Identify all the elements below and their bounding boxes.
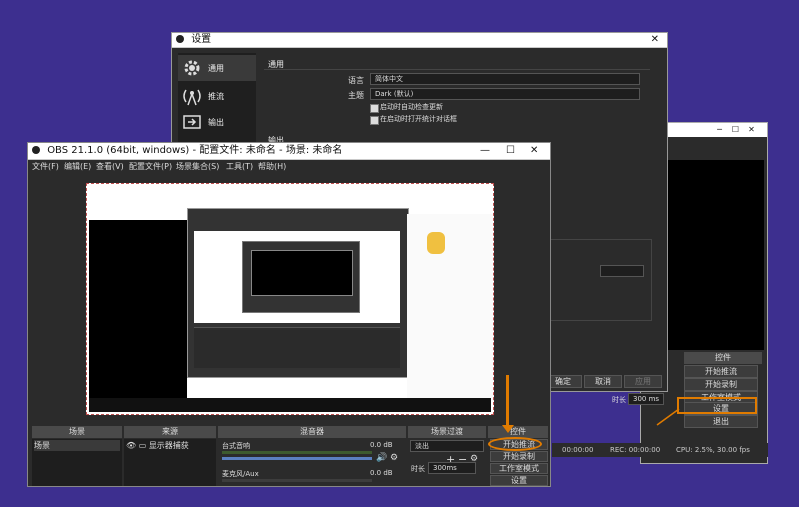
apply-button[interactable]: 应用 [624,375,662,388]
settings-highlight-box [677,397,757,414]
obs-menu-bar: 文件(F) 编辑(E) 查看(V) 配置文件(P) 场景集合(S) 工具(T) … [28,160,550,174]
minimize-button[interactable]: ─ [713,124,726,135]
menu-help[interactable]: 帮助(H) [258,160,286,174]
transition-duration-label: 时长 [411,465,425,473]
update-checkbox-label: 启动时自动检查更新 [380,103,443,111]
back-start-stream-button[interactable]: 开始推流 [684,365,758,378]
scenes-panel-header: 场景 [32,426,122,438]
back-status-bar: 00:00:00 REC: 00:00:00 CPU: 2.5%, 30.00 … [552,443,768,457]
stats-checkbox-label: 在启动时打开统计对话框 [380,115,457,123]
settings-close-button[interactable]: ✕ [651,33,659,47]
broadcast-icon [183,89,201,106]
captured-preview [194,231,400,323]
settings-button[interactable]: 设置 [490,475,548,486]
update-checkbox[interactable] [370,104,379,113]
status-rec: REC: 00:00:00 [610,446,661,454]
scene-item[interactable]: 场景 [34,440,120,451]
language-label: 语言 [348,76,364,85]
theme-label: 主题 [348,91,364,100]
obs-logo-icon [32,146,40,154]
back-preview [668,160,764,350]
transition-duration-field[interactable]: 300ms [428,462,476,474]
volume-meter [222,479,372,482]
back-controls-header: 控件 [684,352,762,364]
stats-checkbox[interactable] [370,116,379,125]
eye-icon[interactable]: 👁 [126,441,136,450]
mixer-panel-header: 混音器 [218,426,406,438]
transition-select[interactable]: 淡出 [410,440,484,452]
source-item-label: 显示器捕获 [148,441,189,450]
sidebar-item-label: 通用 [208,64,224,73]
sidebar-item-general[interactable]: 通用 [178,55,256,81]
scenes-list: 场景 [32,439,122,486]
obs-window-title: OBS 21.1.0 (64bit, windows) - 配置文件: 未命名 … [47,145,343,156]
output-select[interactable] [600,265,644,277]
gear-icon [184,60,200,76]
output-icon [183,115,201,129]
obs-title-bar: OBS 21.1.0 (64bit, windows) - 配置文件: 未命名 … [28,143,550,160]
captured-obs-window [187,208,409,378]
captured-taskbar [89,398,491,412]
preview-canvas[interactable] [86,183,494,415]
menu-view[interactable]: 查看(V) [96,160,124,174]
captured-nested-window [242,241,360,313]
menu-edit[interactable]: 编辑(E) [64,160,91,174]
arrow-shaft [506,375,509,429]
speaker-icon[interactable]: 🔊 [376,453,387,463]
arrow-head [502,425,514,433]
start-stream-highlight [488,437,542,451]
obs-minimize-button[interactable]: — [480,143,490,159]
cancel-button[interactable]: 取消 [584,375,622,388]
mixer-track-name: 台式音响 [222,442,250,450]
captured-sidebar [89,220,187,398]
back-duration-label: 时长 [612,396,626,404]
volume-slider[interactable] [222,457,372,460]
status-time: 00:00:00 [562,446,594,454]
sidebar-item-stream[interactable]: 推流 [178,83,256,109]
transitions-panel-header: 场景过渡 [408,426,486,438]
mixer-track-db: 0.0 dB [370,469,393,477]
obs-main-window: OBS 21.1.0 (64bit, windows) - 配置文件: 未命名 … [27,142,551,487]
studio-mode-button[interactable]: 工作室模式 [490,463,548,474]
back-start-record-button[interactable]: 开始录制 [684,378,758,391]
start-record-button[interactable]: 开始录制 [490,451,548,462]
sidebar-item-output[interactable]: 输出 [178,109,256,135]
sidebar-item-label: 输出 [208,118,224,127]
settings-title-bar: 设置 ✕ [172,33,667,48]
volume-meter [222,451,372,454]
menu-profile[interactable]: 配置文件(P) [129,160,172,174]
sources-list: 👁 ▭ 显示器捕获 [124,439,216,486]
mixer-panel: 台式音响 0.0 dB 🔊 ⚙ 麦克风/Aux 0.0 dB [218,439,406,486]
monitor-icon: ▭ [138,441,147,450]
status-cpu: CPU: 2.5%, 30.00 fps [676,446,750,454]
close-button[interactable]: ✕ [745,124,758,135]
back-duration-field[interactable]: 300 ms [628,393,664,405]
mixer-track-db: 0.0 dB [370,441,393,449]
maximize-button[interactable]: ☐ [729,124,742,135]
language-select[interactable]: 简体中文 [370,73,640,85]
obs-logo-icon [176,35,184,43]
menu-scene-collection[interactable]: 场景集合(S) [176,160,219,174]
sidebar-item-label: 推流 [208,92,224,101]
source-item[interactable]: 👁 ▭ 显示器捕获 [126,440,214,451]
section-divider [264,69,650,70]
menu-tools[interactable]: 工具(T) [226,160,253,174]
captured-right-panel [407,214,493,400]
pointer-arrow [656,408,680,426]
mixer-track-name: 麦克风/Aux [222,470,259,478]
menu-file[interactable]: 文件(F) [32,160,59,174]
theme-select[interactable]: Dark (默认) [370,88,640,100]
captured-nested-preview [251,250,353,296]
settings-title: 设置 [191,34,212,45]
obs-close-button[interactable]: ✕ [530,143,538,159]
mixer-gear-icon[interactable]: ⚙ [390,453,398,463]
obs-maximize-button[interactable]: ☐ [506,143,515,159]
captured-mascot [427,232,445,254]
sources-panel-header: 来源 [124,426,216,438]
captured-panels [194,327,400,368]
back-exit-button[interactable]: 退出 [684,415,758,428]
